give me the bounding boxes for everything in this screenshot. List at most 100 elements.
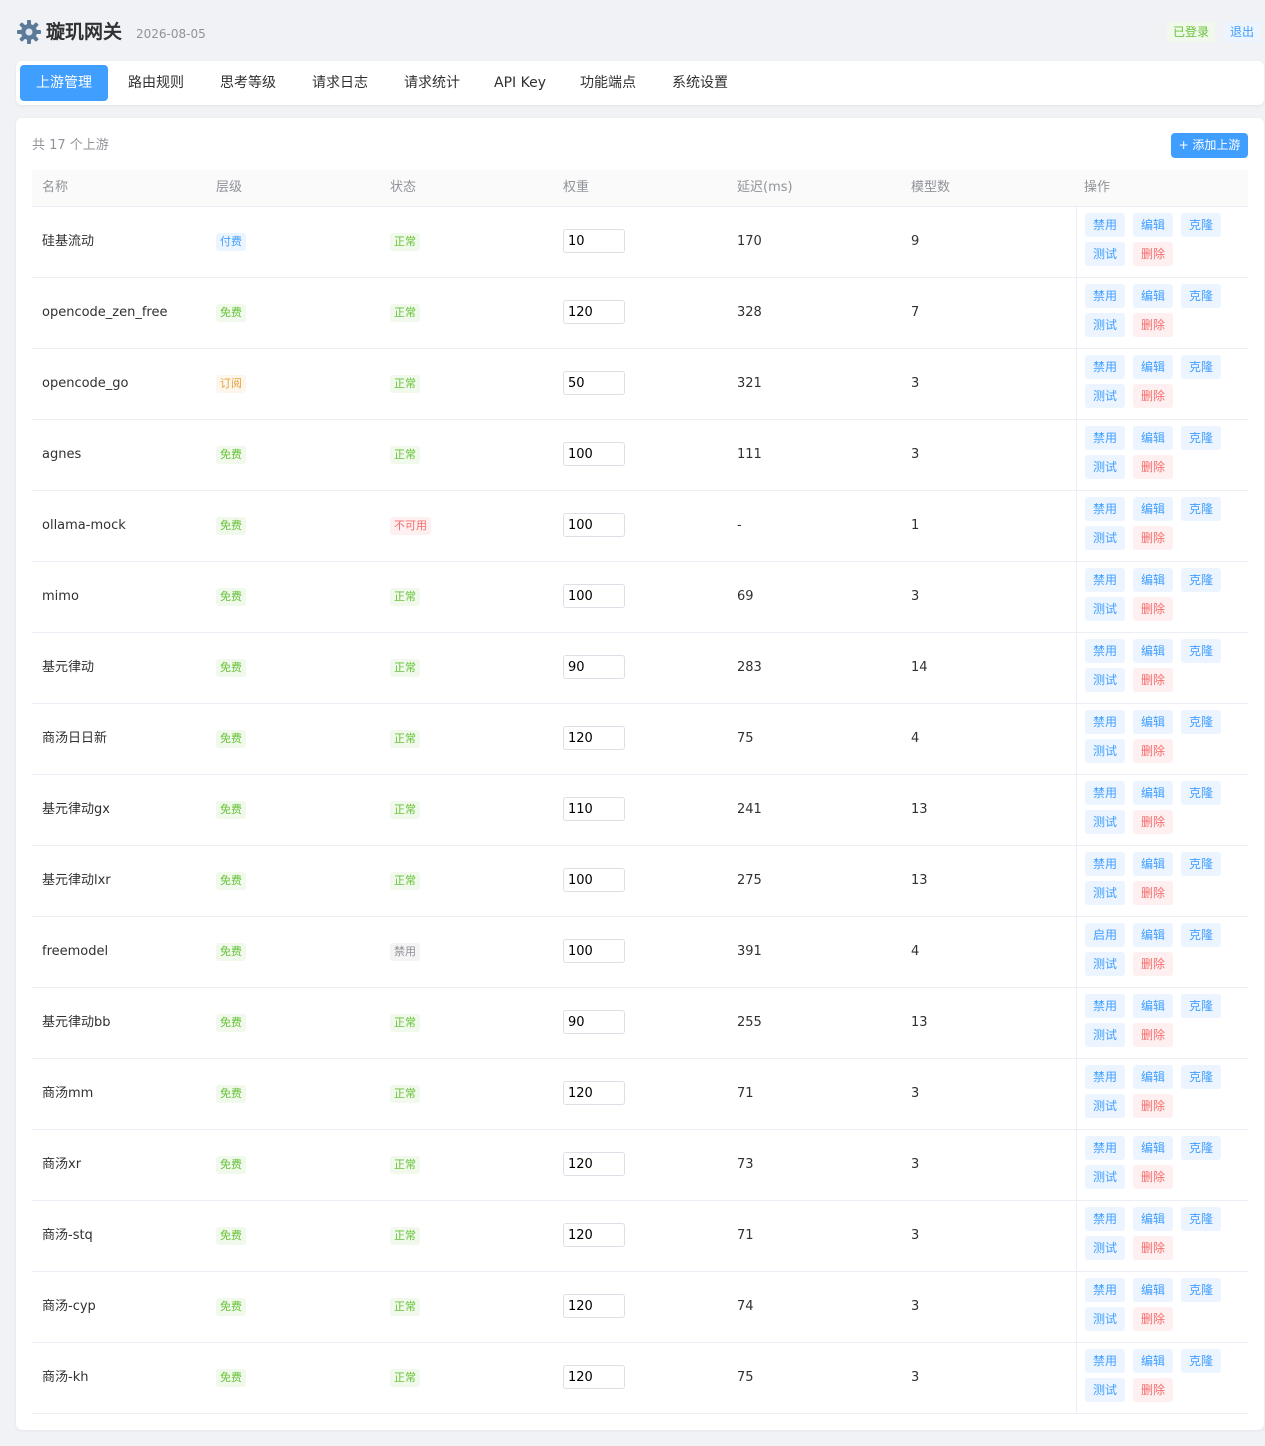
clone-button[interactable]: 克隆 [1181, 852, 1222, 876]
weight-input[interactable] [563, 1152, 625, 1176]
tab-thinking-levels[interactable]: 思考等级 [204, 65, 292, 101]
edit-button[interactable]: 编辑 [1133, 426, 1174, 450]
test-button[interactable]: 测试 [1085, 1378, 1126, 1402]
clone-button[interactable]: 克隆 [1181, 639, 1222, 663]
test-button[interactable]: 测试 [1085, 313, 1126, 337]
toggle-button[interactable]: 禁用 [1085, 213, 1126, 237]
edit-button[interactable]: 编辑 [1133, 852, 1174, 876]
clone-button[interactable]: 克隆 [1181, 1207, 1222, 1231]
toggle-button[interactable]: 禁用 [1085, 781, 1126, 805]
edit-button[interactable]: 编辑 [1133, 568, 1174, 592]
clone-button[interactable]: 克隆 [1181, 994, 1222, 1018]
delete-button[interactable]: 删除 [1133, 526, 1174, 550]
toggle-button[interactable]: 禁用 [1085, 710, 1126, 734]
test-button[interactable]: 测试 [1085, 1236, 1126, 1260]
add-upstream-button[interactable]: + 添加上游 [1171, 133, 1248, 158]
tab-endpoints[interactable]: 功能端点 [564, 65, 652, 101]
test-button[interactable]: 测试 [1085, 526, 1126, 550]
weight-input[interactable] [563, 229, 625, 253]
toggle-button[interactable]: 禁用 [1085, 639, 1126, 663]
delete-button[interactable]: 删除 [1133, 597, 1174, 621]
toggle-button[interactable]: 禁用 [1085, 426, 1126, 450]
weight-input[interactable] [563, 371, 625, 395]
clone-button[interactable]: 克隆 [1181, 1278, 1222, 1302]
weight-input[interactable] [563, 1223, 625, 1247]
weight-input[interactable] [563, 1294, 625, 1318]
tab-api-key[interactable]: API Key [480, 65, 560, 101]
weight-input[interactable] [563, 1010, 625, 1034]
clone-button[interactable]: 克隆 [1181, 1065, 1222, 1089]
test-button[interactable]: 测试 [1085, 881, 1126, 905]
delete-button[interactable]: 删除 [1133, 668, 1174, 692]
toggle-button[interactable]: 禁用 [1085, 1065, 1126, 1089]
delete-button[interactable]: 删除 [1133, 313, 1174, 337]
clone-button[interactable]: 克隆 [1181, 1349, 1222, 1373]
weight-input[interactable] [563, 1081, 625, 1105]
delete-button[interactable]: 删除 [1133, 881, 1174, 905]
test-button[interactable]: 测试 [1085, 810, 1126, 834]
delete-button[interactable]: 删除 [1133, 242, 1174, 266]
weight-input[interactable] [563, 442, 625, 466]
test-button[interactable]: 测试 [1085, 1165, 1126, 1189]
edit-button[interactable]: 编辑 [1133, 1278, 1174, 1302]
tab-routing-rules[interactable]: 路由规则 [112, 65, 200, 101]
test-button[interactable]: 测试 [1085, 668, 1126, 692]
delete-button[interactable]: 删除 [1133, 952, 1174, 976]
delete-button[interactable]: 删除 [1133, 1165, 1174, 1189]
delete-button[interactable]: 删除 [1133, 1236, 1174, 1260]
delete-button[interactable]: 删除 [1133, 1023, 1174, 1047]
toggle-button[interactable]: 禁用 [1085, 1278, 1126, 1302]
test-button[interactable]: 测试 [1085, 1023, 1126, 1047]
tab-request-logs[interactable]: 请求日志 [296, 65, 384, 101]
weight-input[interactable] [563, 1365, 625, 1389]
edit-button[interactable]: 编辑 [1133, 1136, 1174, 1160]
delete-button[interactable]: 删除 [1133, 1307, 1174, 1331]
toggle-button[interactable]: 禁用 [1085, 284, 1126, 308]
toggle-button[interactable]: 禁用 [1085, 497, 1126, 521]
weight-input[interactable] [563, 655, 625, 679]
test-button[interactable]: 测试 [1085, 739, 1126, 763]
edit-button[interactable]: 编辑 [1133, 639, 1174, 663]
weight-input[interactable] [563, 726, 625, 750]
toggle-button[interactable]: 禁用 [1085, 852, 1126, 876]
clone-button[interactable]: 克隆 [1181, 213, 1222, 237]
clone-button[interactable]: 克隆 [1181, 923, 1222, 947]
tab-system-settings[interactable]: 系统设置 [656, 65, 744, 101]
weight-input[interactable] [563, 584, 625, 608]
test-button[interactable]: 测试 [1085, 1094, 1126, 1118]
edit-button[interactable]: 编辑 [1133, 497, 1174, 521]
clone-button[interactable]: 克隆 [1181, 355, 1222, 379]
tab-request-stats[interactable]: 请求统计 [388, 65, 476, 101]
edit-button[interactable]: 编辑 [1133, 923, 1174, 947]
clone-button[interactable]: 克隆 [1181, 568, 1222, 592]
clone-button[interactable]: 克隆 [1181, 781, 1222, 805]
weight-input[interactable] [563, 513, 625, 537]
delete-button[interactable]: 删除 [1133, 455, 1174, 479]
edit-button[interactable]: 编辑 [1133, 355, 1174, 379]
edit-button[interactable]: 编辑 [1133, 1207, 1174, 1231]
edit-button[interactable]: 编辑 [1133, 994, 1174, 1018]
test-button[interactable]: 测试 [1085, 455, 1126, 479]
logout-button[interactable]: 退出 [1224, 22, 1261, 42]
clone-button[interactable]: 克隆 [1181, 284, 1222, 308]
edit-button[interactable]: 编辑 [1133, 1349, 1174, 1373]
toggle-button[interactable]: 启用 [1085, 923, 1126, 947]
edit-button[interactable]: 编辑 [1133, 213, 1174, 237]
weight-input[interactable] [563, 300, 625, 324]
edit-button[interactable]: 编辑 [1133, 1065, 1174, 1089]
toggle-button[interactable]: 禁用 [1085, 1207, 1126, 1231]
delete-button[interactable]: 删除 [1133, 739, 1174, 763]
tab-upstream[interactable]: 上游管理 [20, 65, 108, 101]
test-button[interactable]: 测试 [1085, 384, 1126, 408]
weight-input[interactable] [563, 868, 625, 892]
delete-button[interactable]: 删除 [1133, 810, 1174, 834]
toggle-button[interactable]: 禁用 [1085, 568, 1126, 592]
test-button[interactable]: 测试 [1085, 597, 1126, 621]
clone-button[interactable]: 克隆 [1181, 1136, 1222, 1160]
weight-input[interactable] [563, 939, 625, 963]
edit-button[interactable]: 编辑 [1133, 284, 1174, 308]
delete-button[interactable]: 删除 [1133, 384, 1174, 408]
toggle-button[interactable]: 禁用 [1085, 1136, 1126, 1160]
test-button[interactable]: 测试 [1085, 242, 1126, 266]
delete-button[interactable]: 删除 [1133, 1094, 1174, 1118]
